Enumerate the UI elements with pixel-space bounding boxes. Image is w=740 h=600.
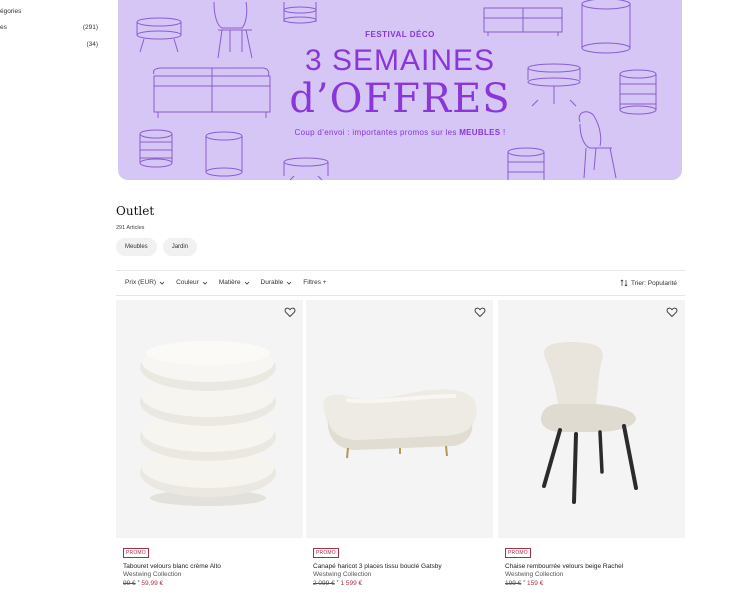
sort-icon — [620, 279, 628, 287]
filter-label: Prix (EUR) — [125, 279, 157, 286]
product-price: 199 € * 159 € — [505, 580, 543, 587]
price-footnote: * — [137, 580, 140, 586]
heart-icon[interactable] — [666, 306, 678, 318]
chevron-down-icon — [244, 281, 249, 285]
product-price: 99 € * 59,99 € — [123, 580, 163, 587]
banner-subtitle: Coup d’envoi : importantes promos sur le… — [118, 128, 682, 137]
banner-headline-offers: d’OFFRES — [289, 76, 511, 122]
filter-material[interactable]: Matière — [219, 279, 250, 286]
banner-headline: 3 SEMAINES — [304, 44, 496, 77]
chair-image — [540, 342, 638, 504]
article-count: 291 Articles — [116, 225, 145, 231]
category-chips: Meubles Jardin — [116, 238, 198, 256]
sale-price: 159 € — [527, 580, 544, 587]
price-footnote: * — [523, 580, 526, 586]
product-image[interactable] — [498, 300, 685, 538]
filter-label: Durable — [260, 279, 284, 286]
promo-badge: PROMO — [313, 548, 339, 558]
filter-label: Couleur — [176, 279, 199, 286]
sidebar-item-count: (291) — [82, 24, 98, 31]
old-price: 2 099 € — [313, 580, 335, 587]
product-brand: Westwing Collection — [313, 571, 372, 578]
product-card[interactable]: PROMO Tabouret velours blanc crème Alto … — [116, 300, 303, 594]
product-brand: Westwing Collection — [505, 571, 564, 578]
filter-color[interactable]: Couleur — [176, 279, 208, 286]
sidebar-item-2[interactable]: (34) — [0, 41, 98, 48]
sofa-image — [323, 389, 477, 459]
heart-icon[interactable] — [284, 306, 296, 318]
filter-durable[interactable]: Durable — [261, 279, 293, 286]
banner-subtitle-text: Coup d’envoi : importantes promos sur le… — [294, 128, 460, 137]
filter-label: Matière — [218, 279, 241, 286]
product-brand: Westwing Collection — [123, 571, 182, 578]
heart-icon[interactable] — [474, 306, 486, 318]
product-name[interactable]: Canapé haricot 3 places tissu bouclé Gat… — [313, 563, 442, 570]
sale-price: 1 599 € — [340, 580, 363, 587]
sidebar-heading: égories — [0, 8, 22, 15]
product-name[interactable]: Tabouret velours blanc crème Alto — [123, 563, 221, 570]
price-footnote: * — [336, 580, 339, 586]
filter-bar: Prix (EUR) Couleur Matière Durable Filtr… — [116, 270, 685, 296]
category-sidebar: égories es (291) (34) — [0, 0, 100, 60]
promo-badge: PROMO — [123, 548, 149, 558]
sidebar-item-count: (34) — [86, 41, 98, 48]
sidebar-item-label: es — [0, 24, 7, 31]
banner-subtitle-highlight: MEUBLES — [459, 128, 501, 137]
chevron-down-icon — [286, 281, 292, 285]
stool-image — [140, 341, 276, 506]
promo-banner[interactable]: FESTIVAL DÉCO 3 SEMAINES d’OFFRES Coup d… — [118, 0, 682, 180]
sort-button[interactable]: Trier: Popularité — [620, 279, 677, 287]
chevron-down-icon — [202, 281, 208, 285]
product-price: 2 099 € * 1 599 € — [313, 580, 362, 587]
product-card[interactable]: PROMO Canapé haricot 3 places tissu bouc… — [306, 300, 493, 594]
more-filters-button[interactable]: Filtres + — [303, 279, 326, 286]
sale-price: 59,99 € — [141, 580, 164, 587]
sort-label: Trier: Popularité — [631, 279, 677, 287]
product-name[interactable]: Chaise rembourrée velours beige Rachel — [505, 563, 623, 570]
product-card[interactable]: PROMO Chaise rembourrée velours beige Ra… — [498, 300, 685, 594]
chip-jardin[interactable]: Jardin — [162, 238, 198, 256]
filter-price[interactable]: Prix (EUR) — [125, 279, 165, 286]
old-price: 199 € — [505, 580, 522, 587]
chip-meubles[interactable]: Meubles — [116, 238, 157, 256]
product-image[interactable] — [116, 300, 303, 538]
old-price: 99 € — [123, 580, 136, 587]
sidebar-item-1[interactable]: es (291) — [0, 24, 98, 31]
banner-tag: FESTIVAL DÉCO — [365, 30, 435, 39]
banner-subtitle-end: ! — [500, 128, 506, 137]
promo-badge: PROMO — [505, 548, 531, 558]
product-image[interactable] — [306, 300, 493, 538]
chevron-down-icon — [159, 281, 165, 285]
page-title: Outlet — [116, 204, 155, 218]
